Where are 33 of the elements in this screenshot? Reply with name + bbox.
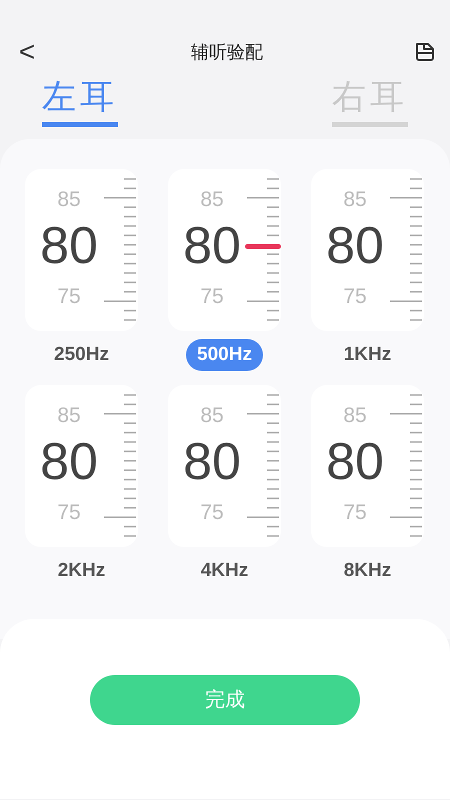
band-card[interactable]: 85 80 75 <box>168 385 281 548</box>
page-title: 辅听验配 <box>191 40 263 64</box>
lower-value: 75 <box>343 502 367 524</box>
band-card[interactable]: 85 80 75 <box>311 385 424 548</box>
current-value: 80 <box>40 220 98 272</box>
upper-value: 85 <box>343 188 367 210</box>
frequency-label[interactable]: 2KHz <box>46 555 116 588</box>
current-value: 80 <box>326 220 384 272</box>
current-value: 80 <box>40 436 98 488</box>
frequency-label[interactable]: 1KHz <box>332 338 402 372</box>
band-card[interactable]: 85 80 75 <box>311 168 424 331</box>
upper-value: 85 <box>200 188 224 210</box>
frequency-label[interactable]: 250Hz <box>43 338 120 372</box>
band-card[interactable]: 85 80 75 <box>168 168 281 331</box>
band-card[interactable]: 85 80 75 <box>25 385 138 548</box>
current-value: 80 <box>326 436 384 488</box>
level-marker[interactable] <box>245 244 281 249</box>
band-card[interactable]: 85 80 75 <box>25 168 138 331</box>
back-button[interactable]: < <box>14 38 40 66</box>
save-icon[interactable] <box>414 41 436 63</box>
lower-value: 75 <box>343 286 367 307</box>
upper-value: 85 <box>57 188 81 210</box>
lower-value: 75 <box>200 502 224 524</box>
upper-value: 85 <box>57 405 81 426</box>
current-value: 80 <box>183 436 241 488</box>
current-value: 80 <box>183 220 241 272</box>
frequency-label[interactable]: 4KHz <box>190 555 260 588</box>
frequency-label[interactable]: 8KHz <box>332 555 402 588</box>
lower-value: 75 <box>57 286 81 307</box>
lower-value: 75 <box>200 286 224 307</box>
upper-value: 85 <box>343 405 367 426</box>
upper-value: 85 <box>200 405 224 426</box>
lower-value: 75 <box>57 502 81 524</box>
